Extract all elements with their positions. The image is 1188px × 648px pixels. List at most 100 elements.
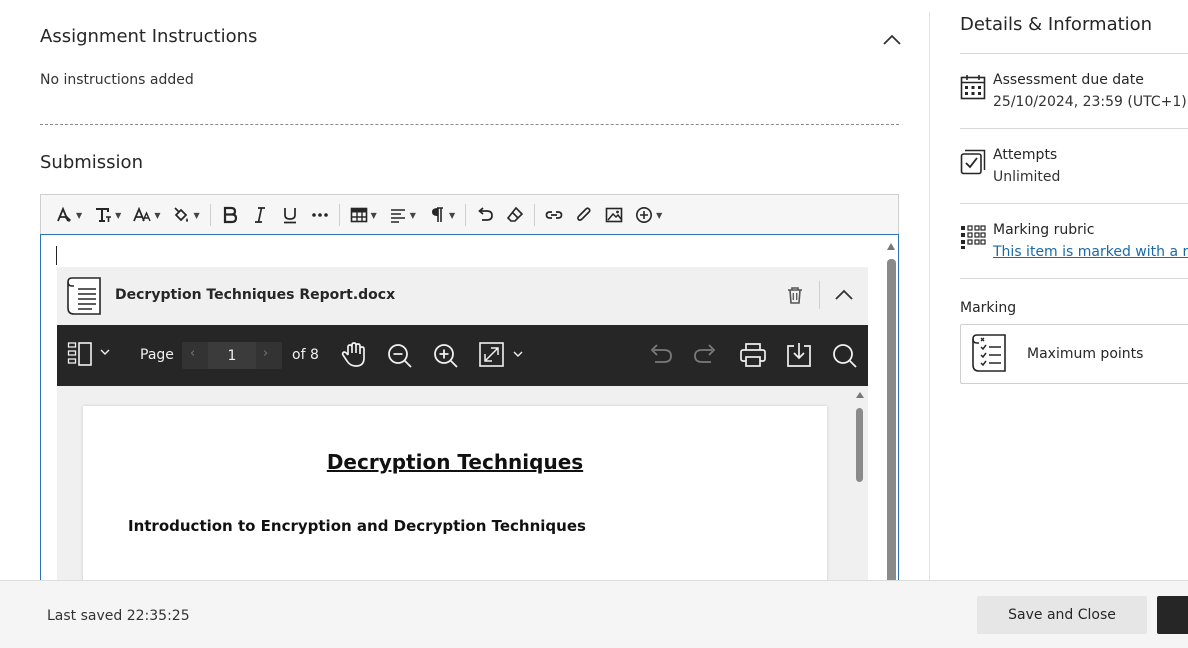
instructions-title: Assignment Instructions [40,26,258,47]
font-size-button[interactable]: ▼ [127,200,166,230]
page-number-input[interactable] [208,342,256,369]
zoom-out-icon [388,344,412,368]
rubric-link[interactable]: This item is marked with a rubric [993,244,1188,260]
page-count-label: of 8 [292,347,319,363]
submission-title: Submission [40,152,143,173]
clear-format-icon [507,206,524,222]
search-document-button[interactable] [831,342,859,374]
toolbar-separator [338,204,340,226]
document-page: Decryption Techniques Introduction to En… [83,406,827,580]
rubric-label: Marking rubric [993,222,1095,238]
editor-toolbar: ▼ ▼ ▼ ▼ ▼ ▼ ▼ ▼ [40,194,899,235]
attachment-header: Decryption Techniques Report.docx [57,267,868,325]
attach-file-button[interactable] [569,200,599,230]
attempts-item: Attempts Unlimited [960,147,1188,207]
submission-editor[interactable]: Decryption Techniques Report.docx Page ‹ [40,234,899,580]
more-options-button[interactable] [305,200,335,230]
clear-format-button[interactable] [500,200,530,230]
link-button[interactable] [539,200,569,230]
editor-scrollbar[interactable] [887,243,896,580]
save-and-close-button[interactable]: Save and Close [977,596,1147,634]
details-divider [960,278,1188,279]
header-separator [819,281,820,309]
previous-page-button[interactable]: ‹ [190,346,195,361]
document-scrollbar[interactable] [855,392,864,580]
insert-content-button[interactable]: ▼ [629,200,668,230]
chevron-up-icon [883,34,901,45]
zoom-in-icon [434,344,458,368]
attempts-value: Unlimited [993,169,1061,185]
highlight-color-icon [174,207,189,222]
download-button[interactable] [785,341,813,373]
document-viewer-toolbar: Page ‹ › of 8 [57,325,868,386]
underline-icon [283,208,296,224]
text-format-icon [96,208,112,222]
print-icon [740,343,766,367]
text-format-button[interactable]: ▼ [88,200,127,230]
page-navigator: ‹ › [182,342,282,369]
attachment-file-name: Decryption Techniques Report.docx [115,287,396,303]
table-icon [350,207,367,223]
due-date-label: Assessment due date [993,72,1144,88]
rubric-grid-icon [960,224,986,254]
scroll-thumb[interactable] [856,408,863,482]
italic-button[interactable] [245,200,275,230]
table-button[interactable]: ▼ [344,200,383,230]
details-divider [960,203,1188,204]
document-title: Decryption Techniques [326,450,584,474]
scroll-thumb[interactable] [887,259,896,580]
font-size-icon [133,206,151,222]
undo-icon [478,207,493,221]
toolbar-separator [465,204,467,226]
search-icon [833,344,857,368]
paragraph-style-button[interactable]: ▼ [49,200,88,230]
fit-page-button[interactable] [479,342,529,372]
insert-plus-icon [636,207,653,223]
text-cursor [56,246,57,265]
undo-button[interactable] [470,200,500,230]
scroll-up-arrow[interactable] [856,392,864,398]
highlight-color-button[interactable]: ▼ [166,200,205,230]
bold-button[interactable] [215,200,245,230]
link-icon [545,211,563,219]
more-options-icon [311,213,328,217]
chevron-up-icon [835,289,853,300]
delete-attachment-button[interactable] [785,285,805,309]
document-file-icon [66,276,104,320]
submit-button[interactable] [1157,596,1188,634]
collapse-instructions-button[interactable] [880,28,904,50]
bold-icon [223,206,237,224]
attachment-card: Decryption Techniques Report.docx Page ‹ [57,267,868,580]
section-divider [40,124,899,125]
redo-arrow-icon [694,344,716,363]
zoom-out-button[interactable] [386,342,414,374]
toolbar-separator [534,204,536,226]
attempts-label: Attempts [993,147,1058,163]
paragraph-button[interactable]: ▼ [422,200,461,230]
align-icon [390,209,405,223]
align-button[interactable]: ▼ [383,200,422,230]
attempts-checkbox-icon [960,149,986,179]
print-button[interactable] [739,342,767,372]
paragraph-icon [431,207,443,222]
italic-icon [254,207,265,223]
scroll-up-arrow[interactable] [887,243,895,250]
maximum-points-card[interactable]: Maximum points [960,324,1188,384]
calendar-icon [960,74,986,104]
main-content: Assignment Instructions No instructions … [0,0,930,580]
sidebar-toggle-button[interactable] [67,341,113,373]
footer-bar: Last saved 22:35:25 Save and Close [0,580,1188,648]
viewer-undo-button[interactable] [647,343,673,371]
insert-image-button[interactable] [599,200,629,230]
undo-arrow-icon [650,344,672,363]
zoom-in-button[interactable] [432,342,460,374]
pan-tool-button[interactable] [341,341,367,373]
checklist-icon [971,333,1009,379]
due-date-value: 25/10/2024, 23:59 (UTC+1) [993,94,1187,110]
collapse-attachment-button[interactable] [833,285,855,309]
underline-button[interactable] [275,200,305,230]
fit-page-icon [479,342,523,367]
details-divider [960,128,1188,129]
viewer-redo-button[interactable] [693,343,719,371]
next-page-button[interactable]: › [263,346,268,361]
